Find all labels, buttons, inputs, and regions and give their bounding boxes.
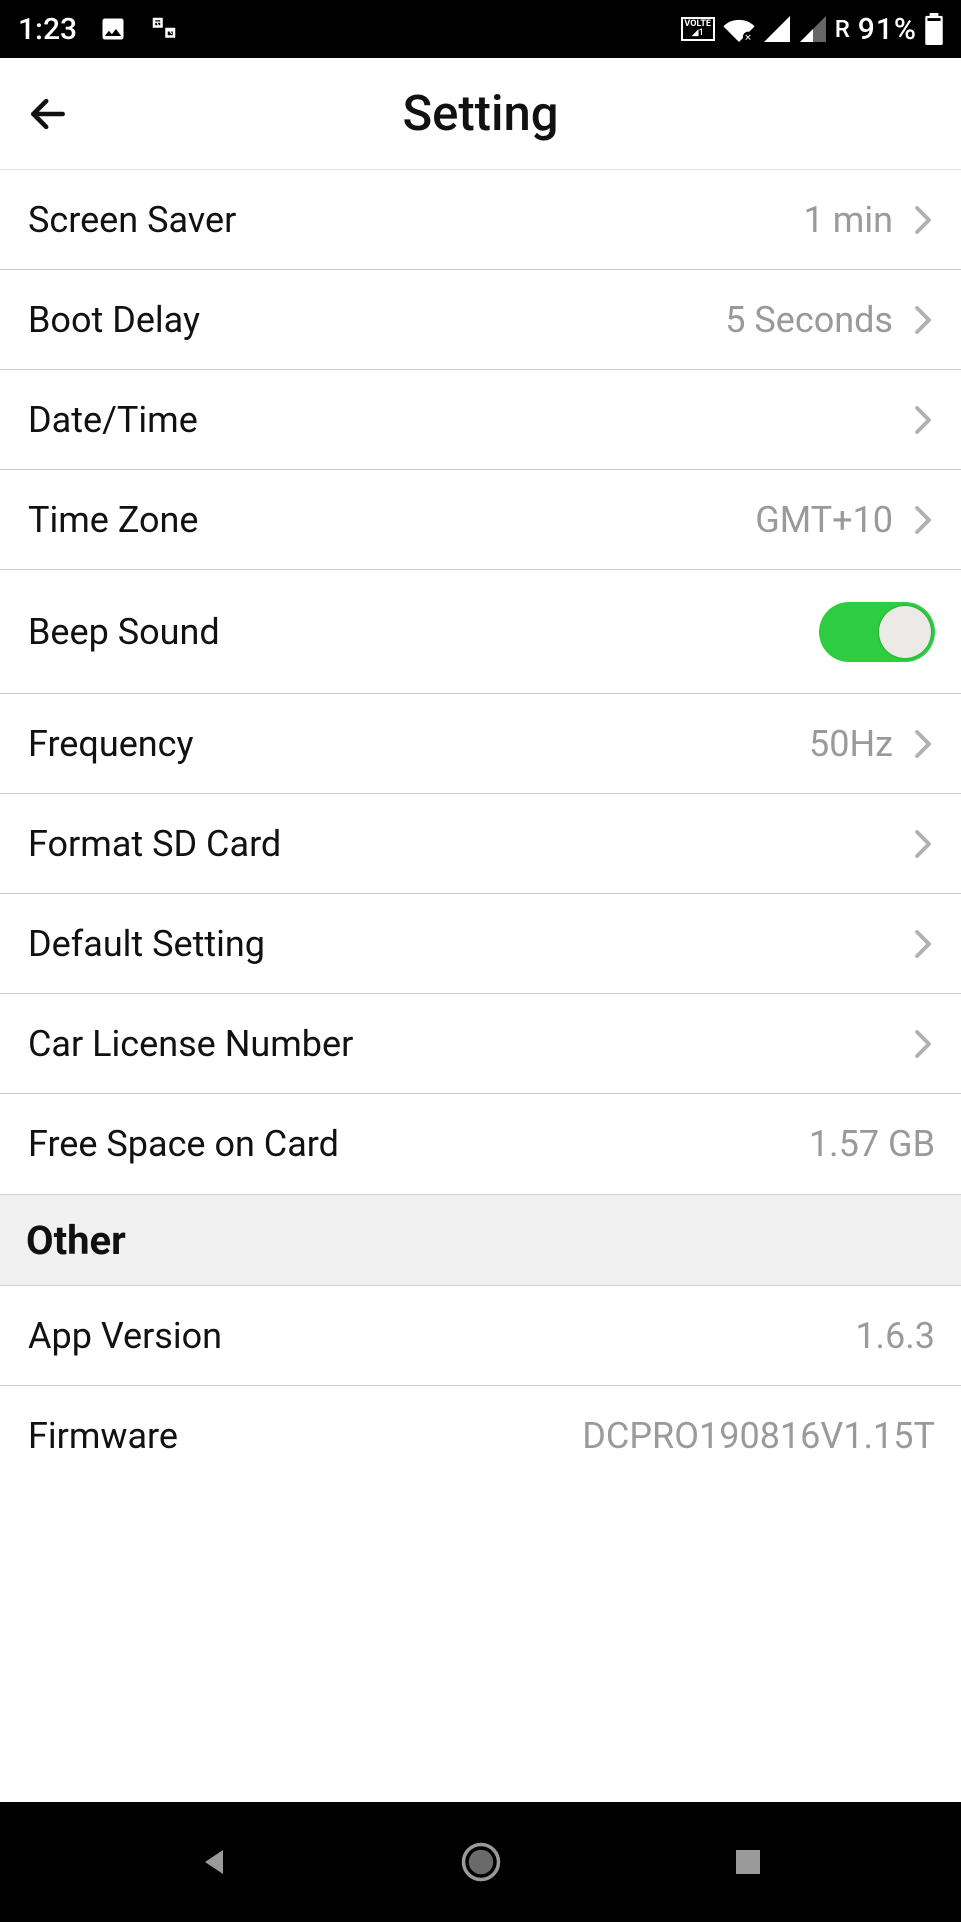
row-date-time[interactable]: Date/Time (0, 370, 961, 470)
row-right (819, 602, 935, 662)
row-value: 1.57 GB (809, 1123, 935, 1165)
row-value: GMT+10 (755, 499, 893, 541)
row-label: Date/Time (28, 399, 198, 441)
volte-icon: VOLTE ◢1 (681, 17, 715, 41)
row-time-zone[interactable]: Time Zone GMT+10 (0, 470, 961, 570)
beep-sound-toggle[interactable] (819, 602, 935, 662)
signal-2-icon (799, 16, 827, 42)
status-left: 1:23 (18, 12, 179, 47)
row-right (911, 1024, 935, 1064)
row-right (911, 924, 935, 964)
row-label: Car License Number (28, 1023, 353, 1065)
row-format-sd[interactable]: Format SD Card (0, 794, 961, 894)
back-arrow-icon (26, 92, 70, 136)
chevron-right-icon (911, 500, 935, 540)
row-right: GMT+10 (755, 499, 935, 541)
nav-home-icon (460, 1841, 502, 1883)
row-right: 5 Seconds (725, 299, 935, 341)
chevron-right-icon (911, 824, 935, 864)
row-frequency[interactable]: Frequency 50Hz (0, 694, 961, 794)
row-firmware: Firmware DCPRO190816V1.15T (0, 1386, 961, 1486)
row-value: DCPRO190816V1.15T (582, 1415, 935, 1457)
row-label: Boot Delay (28, 299, 200, 341)
nav-back-icon (196, 1844, 232, 1880)
chevron-right-icon (911, 924, 935, 964)
nav-recent-button[interactable] (718, 1832, 778, 1892)
translate-icon (149, 14, 179, 44)
row-right: 1.57 GB (809, 1123, 935, 1165)
row-label: Frequency (28, 723, 194, 765)
row-app-version: App Version 1.6.3 (0, 1286, 961, 1386)
toggle-knob (879, 606, 931, 658)
row-label: Firmware (28, 1415, 178, 1457)
row-right (911, 824, 935, 864)
image-icon (99, 15, 127, 43)
row-default-setting[interactable]: Default Setting (0, 894, 961, 994)
row-car-license[interactable]: Car License Number (0, 994, 961, 1094)
row-value: 5 Seconds (725, 299, 893, 341)
row-label: Beep Sound (28, 611, 220, 653)
section-title: Other (26, 1217, 126, 1264)
row-right (911, 400, 935, 440)
row-label: Time Zone (28, 499, 199, 541)
row-right: DCPRO190816V1.15T (582, 1415, 935, 1457)
status-bar: 1:23 VOLTE ◢1 ✕ R 91% (0, 0, 961, 58)
row-right: 1 min (804, 199, 935, 241)
battery-percentage: 91% (858, 12, 917, 47)
row-screen-saver[interactable]: Screen Saver 1 min (0, 170, 961, 270)
row-label: Screen Saver (28, 199, 236, 241)
signal-1-icon (763, 16, 791, 42)
row-value: 1 min (804, 199, 893, 241)
svg-text:✕: ✕ (744, 34, 752, 42)
section-other: Other (0, 1194, 961, 1286)
row-label: Free Space on Card (28, 1123, 339, 1165)
row-label: Format SD Card (28, 823, 281, 865)
row-value: 1.6.3 (855, 1315, 935, 1357)
row-right: 50Hz (809, 723, 935, 765)
row-label: App Version (28, 1315, 222, 1357)
nav-back-button[interactable] (184, 1832, 244, 1892)
nav-recent-icon (732, 1846, 764, 1878)
chevron-right-icon (911, 300, 935, 340)
navigation-bar (0, 1802, 961, 1922)
chevron-right-icon (911, 400, 935, 440)
nav-home-button[interactable] (451, 1832, 511, 1892)
status-time: 1:23 (18, 12, 77, 47)
row-right: 1.6.3 (855, 1315, 935, 1357)
row-free-space: Free Space on Card 1.57 GB (0, 1094, 961, 1194)
page-title: Setting (24, 85, 937, 142)
settings-list: Screen Saver 1 min Boot Delay 5 Seconds … (0, 170, 961, 1486)
chevron-right-icon (911, 724, 935, 764)
status-right: VOLTE ◢1 ✕ R 91% (681, 12, 943, 47)
row-boot-delay[interactable]: Boot Delay 5 Seconds (0, 270, 961, 370)
row-value: 50Hz (809, 723, 893, 765)
back-button[interactable] (20, 86, 76, 142)
chevron-right-icon (911, 1024, 935, 1064)
roaming-indicator: R (835, 15, 850, 43)
row-label: Default Setting (28, 923, 265, 965)
wifi-icon: ✕ (723, 16, 755, 42)
chevron-right-icon (911, 200, 935, 240)
row-beep-sound: Beep Sound (0, 570, 961, 694)
battery-icon (925, 13, 943, 45)
app-header: Setting (0, 58, 961, 170)
